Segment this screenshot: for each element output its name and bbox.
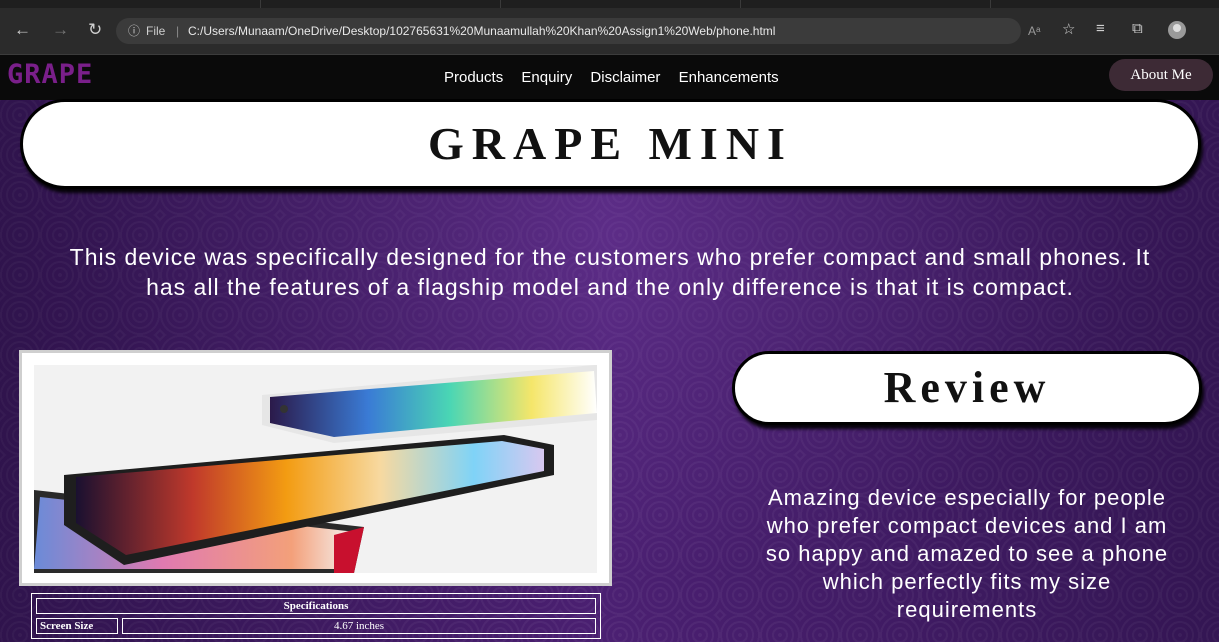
product-title-banner: GRAPE MINI — [20, 99, 1201, 189]
review-title: Review — [883, 363, 1051, 412]
spec-label: Screen Size — [36, 618, 118, 634]
nav-link-disclaimer[interactable]: Disclaimer — [590, 69, 660, 86]
nav-link-enhancements[interactable]: Enhancements — [679, 69, 779, 86]
favorites-list-icon[interactable]: ≡ — [1096, 20, 1105, 37]
browser-tab[interactable] — [260, 0, 501, 8]
url-text[interactable]: C:/Users/Munaam/OneDrive/Desktop/1027656… — [188, 18, 775, 44]
site-logo[interactable]: GRAPE — [7, 59, 93, 90]
profile-avatar-icon[interactable] — [1168, 21, 1186, 39]
nav-links: Products Enquiry Disclaimer Enhancements — [444, 69, 793, 86]
product-phones-image — [34, 365, 597, 573]
review-text: Amazing device especially for people who… — [765, 485, 1169, 622]
product-title: GRAPE MINI — [428, 118, 793, 169]
browser-tab[interactable] — [0, 0, 261, 8]
tab-strip — [0, 0, 1219, 8]
read-aloud-icon[interactable]: Aᵃ — [1028, 18, 1040, 44]
specifications-table: Specifications Screen Size 4.67 inches — [31, 593, 601, 639]
product-description: This device was specifically designed fo… — [69, 244, 1151, 300]
table-row: Screen Size 4.67 inches — [36, 618, 596, 634]
forward-arrow-icon[interactable]: → — [52, 19, 69, 41]
separator: | — [176, 24, 180, 38]
about-me-button[interactable]: About Me — [1109, 59, 1213, 91]
specs-header: Specifications — [36, 598, 596, 614]
browser-tab[interactable] — [500, 0, 741, 8]
spec-value: 4.67 inches — [122, 618, 596, 634]
browser-tab[interactable] — [740, 0, 991, 8]
address-bar[interactable]: ⓘ File | C:/Users/Munaam/OneDrive/Deskto… — [116, 18, 1040, 44]
info-icon[interactable]: ⓘ — [128, 18, 140, 44]
nav-link-products[interactable]: Products — [444, 69, 503, 86]
web-page: GRAPE Products Enquiry Disclaimer Enhanc… — [0, 55, 1219, 642]
product-image-frame — [19, 350, 612, 586]
file-label: File — [146, 24, 166, 38]
favorite-star-icon[interactable]: ☆ — [1062, 20, 1075, 38]
nav-link-enquiry[interactable]: Enquiry — [521, 69, 572, 86]
site-navbar: GRAPE Products Enquiry Disclaimer Enhanc… — [0, 55, 1219, 100]
refresh-icon[interactable]: ↻ — [88, 19, 102, 41]
back-arrow-icon[interactable]: ← — [14, 19, 31, 41]
review-title-banner: Review — [732, 351, 1202, 425]
browser-toolbar: ← → ↻ ⓘ File | C:/Users/Munaam/OneDrive/… — [0, 8, 1219, 55]
collections-icon[interactable]: ⧉ — [1132, 20, 1143, 37]
